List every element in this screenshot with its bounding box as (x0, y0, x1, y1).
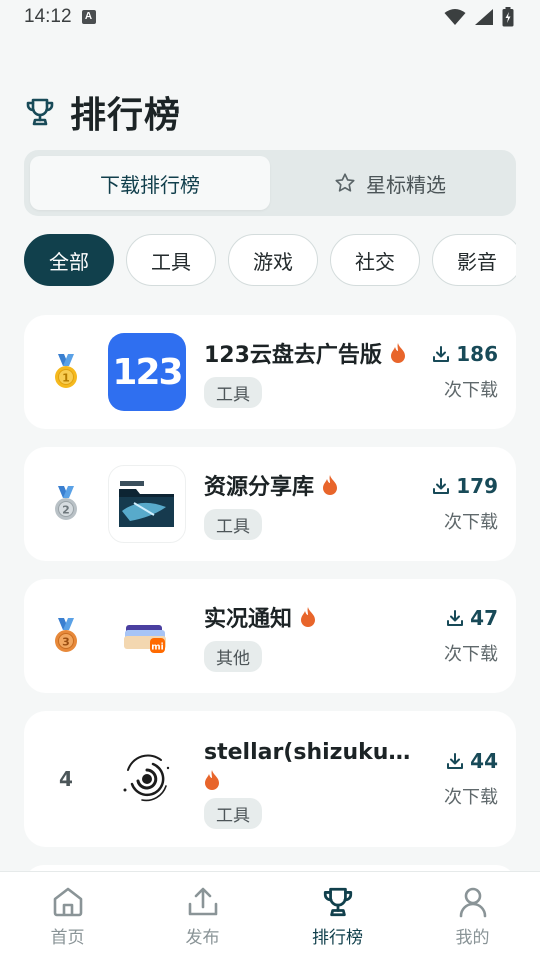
nav-ranking[interactable]: 排行榜 (270, 872, 405, 960)
folder-share-icon (108, 465, 186, 543)
download-icon (433, 478, 450, 494)
chip-media[interactable]: 影音 (432, 234, 516, 286)
chip-all[interactable]: 全部 (24, 234, 114, 286)
tab-label: 星标精选 (366, 172, 446, 197)
page-title: 排行榜 (70, 95, 182, 136)
download-count: 44 (470, 749, 498, 773)
svg-text:1: 1 (62, 372, 70, 385)
category-tag: 工具 (204, 376, 262, 408)
category-tag: 工具 (204, 797, 262, 829)
accessibility-notification-icon: A (81, 10, 96, 24)
chip-tools[interactable]: 工具 (126, 234, 216, 286)
live-notify-icon: mi (108, 597, 186, 675)
download-label: 次下载 (444, 380, 498, 401)
trophy-icon (323, 887, 352, 916)
app-info: 实况通知 其他 (204, 601, 426, 672)
page-header: 排行榜 (24, 86, 181, 138)
tab-star-picks[interactable]: 星标精选 (270, 156, 510, 210)
download-stats: 44 次下载 (426, 749, 516, 809)
download-label: 次下载 (444, 644, 498, 665)
app-info: stellar(shizuku增强... 工具 (204, 730, 426, 829)
category-tag: 其他 (204, 640, 262, 672)
svg-text:mi: mi (151, 643, 163, 653)
rank-number: 4 (59, 767, 73, 791)
ranking-type-segment: 下载排行榜 星标精选 (24, 150, 516, 216)
ranking-card[interactable]: 3 mi 实况通知 其他 47 次下载 (24, 579, 516, 693)
cell-signal-icon (475, 9, 493, 25)
chip-games[interactable]: 游戏 (228, 234, 318, 286)
rank-badge: 1 (24, 354, 108, 390)
gold-medal-icon: 1 (55, 354, 77, 388)
category-chips: 全部 工具 游戏 社交 影音 (24, 234, 516, 286)
spiral-galaxy-icon (108, 740, 186, 818)
download-icon (433, 346, 450, 362)
app-name: stellar(shizuku增强... (204, 739, 426, 765)
hot-flame-icon (301, 606, 316, 627)
app-info: 资源分享库 工具 (204, 469, 426, 540)
svg-text:123: 123 (112, 352, 181, 393)
silver-medal-icon: 2 (55, 486, 77, 520)
download-count: 47 (470, 606, 498, 630)
rank-badge: 2 (24, 486, 108, 522)
svg-text:2: 2 (62, 504, 70, 517)
upload-icon (188, 887, 217, 915)
download-icon (447, 610, 464, 626)
nav-profile[interactable]: 我的 (405, 872, 540, 960)
wifi-icon (444, 9, 466, 25)
hot-flame-icon (323, 474, 338, 495)
app-name: 资源分享库 (204, 474, 315, 500)
app-name: 实况通知 (204, 606, 293, 632)
ranking-card[interactable]: 2 资源分享库 工具 179 次下载 (24, 447, 516, 561)
tab-label: 下载排行榜 (100, 172, 200, 197)
user-icon (459, 887, 486, 917)
app-info: 123云盘去广告版 工具 (204, 337, 426, 408)
bottom-nav: 首页 发布 排行榜 我的 (0, 871, 540, 960)
download-count: 179 (456, 474, 498, 498)
hot-flame-icon (205, 769, 219, 790)
ranking-card[interactable]: 4 stellar(shizuku增强... 工具 44 (24, 711, 516, 847)
nav-publish[interactable]: 发布 (135, 872, 270, 960)
nav-label: 首页 (50, 927, 85, 948)
download-icon (447, 753, 464, 769)
home-icon (53, 887, 82, 916)
nav-label: 我的 (455, 927, 490, 948)
trophy-icon (26, 98, 54, 126)
hot-flame-icon (390, 342, 405, 363)
svg-text:3: 3 (62, 636, 70, 649)
nav-label: 排行榜 (312, 927, 363, 948)
app-name: 123云盘去广告版 (204, 342, 382, 368)
star-icon (335, 173, 355, 192)
123-cloud-icon: 123 (108, 333, 186, 411)
ranking-card[interactable]: 1 123 123云盘去广告版 工具 186 次下载 (24, 315, 516, 429)
download-stats: 179 次下载 (426, 474, 516, 534)
category-tag: 工具 (204, 508, 262, 540)
battery-icon (502, 7, 514, 27)
rank-badge: 3 (24, 618, 108, 654)
status-time: 14:12 (24, 6, 72, 27)
nav-label: 发布 (185, 927, 220, 948)
download-stats: 47 次下载 (426, 606, 516, 666)
nav-home[interactable]: 首页 (0, 872, 135, 960)
bronze-medal-icon: 3 (55, 618, 77, 652)
download-stats: 186 次下载 (426, 342, 516, 402)
tab-download-ranking[interactable]: 下载排行榜 (30, 156, 270, 210)
download-label: 次下载 (444, 512, 498, 533)
download-count: 186 (456, 342, 498, 366)
status-bar: 14:12 A (0, 0, 540, 34)
chip-social[interactable]: 社交 (330, 234, 420, 286)
download-label: 次下载 (444, 787, 498, 808)
